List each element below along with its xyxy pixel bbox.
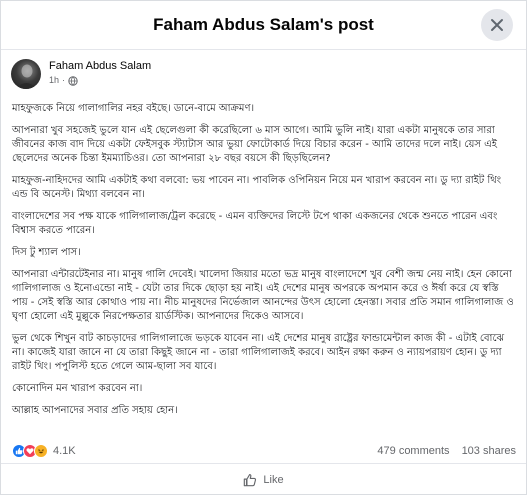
post-paragraph: আপনারা খুব সহজেই ভুলে যান এই ছেলেগুলা কী… [12,125,497,164]
post-paragraph: বাংলাদেশের সব পক্ষ যাকে গালিগালাজ/ট্রল ক… [12,211,498,236]
shares-count[interactable]: 103 shares [462,445,516,457]
post-time[interactable]: 1h [49,74,59,87]
like-label: Like [263,474,284,486]
reactions-summary[interactable]: 4.1K [12,444,76,458]
avatar[interactable] [11,59,41,89]
post-paragraph: আপনারা এন্টারটেইনার না। মানুষ গালি দেবেই… [12,269,514,322]
post-paragraph: আল্লাহ আপনাদের সবার প্রতি সহায় হোন। [12,405,178,416]
meta-separator: · [62,75,66,85]
like-button[interactable]: Like [243,473,284,487]
post-paragraph: মাহফুজকে নিয়ে গালাগালির নহর বইছে। ডানে-… [12,103,255,114]
close-icon [491,19,503,31]
author-name[interactable]: Faham Abdus Salam [49,59,151,73]
avatar-portrait [16,64,37,89]
post-actions: Like [1,463,526,494]
post-paragraph: ভুল থেকে শিখুন বাট কাচড়াদের গালিগালাজে … [12,333,505,372]
post-author-row: Faham Abdus Salam 1h · [1,50,526,100]
thumbs-up-icon [244,474,257,487]
haha-reaction-icon [34,444,48,458]
close-button[interactable] [481,9,513,41]
comments-count[interactable]: 479 comments [377,445,449,457]
post-paragraph: কোনোদিন মন খারাপ করবেন না। [12,383,143,394]
post-dialog: Faham Abdus Salam's post Faham Abdus Sal… [0,0,527,495]
post-body: মাহফুজকে নিয়ে গালাগালির নহর বইছে। ডানে-… [1,100,526,418]
dialog-header: Faham Abdus Salam's post [1,1,526,50]
post-paragraph: দিস টু শ্যাল পাস। [12,247,81,258]
post-stats: 4.1K 479 comments 103 shares [12,442,516,460]
post-meta: 1h · [49,74,151,87]
dialog-title: Faham Abdus Salam's post [153,15,374,34]
globe-icon [68,75,78,86]
post-paragraph: মাহফুজ-নাহিদদের আমি একটাই কথা বলবো: ভয় … [12,175,502,200]
reaction-count[interactable]: 4.1K [53,445,76,457]
